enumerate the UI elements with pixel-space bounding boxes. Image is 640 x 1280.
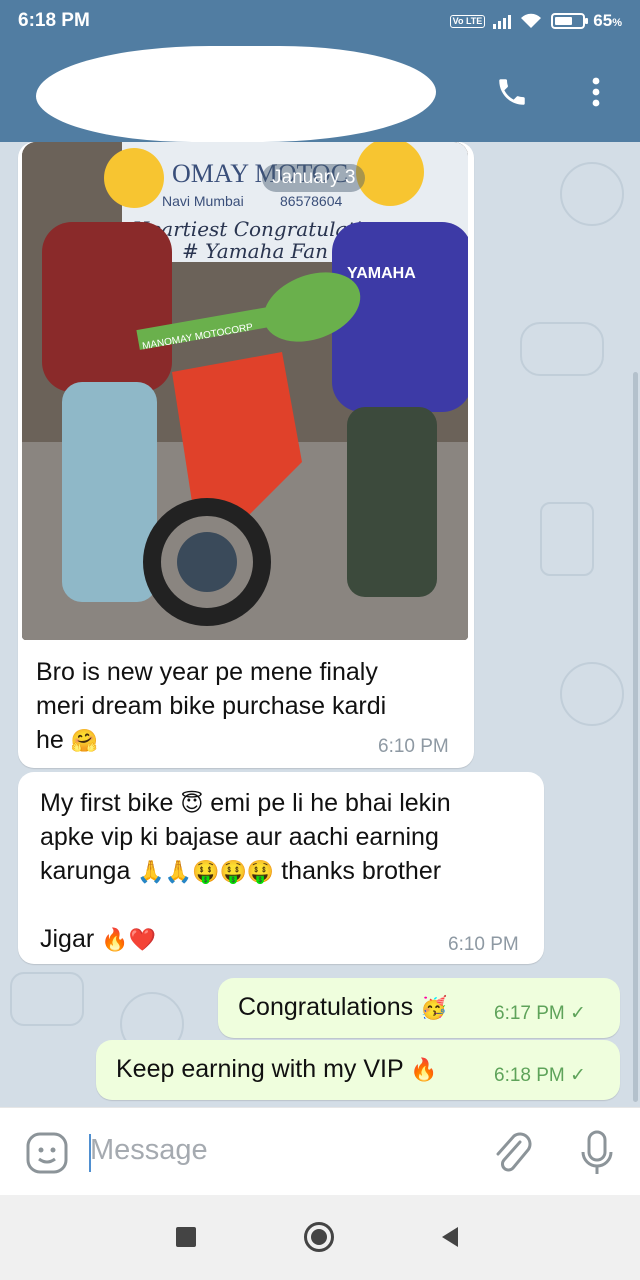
doodle [540, 502, 594, 576]
wifi-icon [521, 13, 542, 28]
redacted-contact-name [36, 46, 436, 142]
banner-city: Navi Mumbai [162, 193, 244, 209]
message-time: 6:10 PM [378, 736, 449, 757]
paperclip-icon[interactable] [490, 1130, 534, 1181]
message-bubble-outgoing[interactable]: Keep earning with my VIP 🔥 6:18 PM ✓ [96, 1040, 620, 1100]
doodle [560, 162, 624, 226]
doodle [520, 322, 604, 376]
fire-heart-emoji: 🔥❤️ [101, 927, 156, 952]
more-vertical-icon[interactable] [572, 68, 620, 116]
date-chip: January 3 [262, 164, 366, 192]
message-text: Bro is new year pe mene finaly meri drea… [36, 658, 387, 754]
battery-percent: 65% [593, 11, 622, 30]
status-bar: 6:18 PM Vo LTE 65% [0, 0, 640, 42]
emoji-row: 🙏🙏🤑🤑🤑 [137, 859, 275, 884]
chat-area[interactable]: OMAY MOTOC Navi Mumbai 86578604 Hearties… [0, 142, 640, 1107]
system-nav-bar [0, 1195, 640, 1280]
bike-delivery-image: OMAY MOTOC Navi Mumbai 86578604 Hearties… [22, 142, 468, 640]
banner-line2: # Yamaha Fan [182, 239, 328, 263]
circle-icon[interactable] [304, 1222, 334, 1252]
doodle [10, 972, 84, 1026]
message-text: Congratulations 🥳 [238, 993, 448, 1021]
battery-icon [551, 13, 589, 29]
signal-icon [493, 13, 512, 29]
chat-scrollbar[interactable] [633, 372, 638, 1102]
message-time: 6:10 PM [448, 934, 519, 955]
sent-check-icon: ✓ [570, 1065, 586, 1086]
square-icon[interactable] [176, 1227, 196, 1247]
status-icons: Vo LTE 65% [449, 11, 622, 31]
party-face-emoji: 🥳 [420, 995, 448, 1020]
message-text: Keep earning with my VIP 🔥 [116, 1055, 438, 1083]
message-bubble-outgoing[interactable]: Congratulations 🥳 6:17 PM ✓ [218, 978, 620, 1038]
message-text: My first bike 😇 emi pe li he bhai lekin … [40, 789, 451, 953]
halo-emoji: 😇 [180, 791, 204, 816]
volte-icon: Vo LTE [449, 14, 486, 28]
fire-emoji: 🔥 [410, 1057, 438, 1082]
message-time: 6:17 PM ✓ [494, 1003, 586, 1024]
doodle [560, 662, 624, 726]
triangle-back-icon[interactable] [440, 1225, 460, 1254]
face-cover-emoji [104, 148, 164, 208]
microphone-icon[interactable] [576, 1128, 618, 1183]
banner-phone: 86578604 [280, 193, 343, 209]
message-input-bar: Message [0, 1107, 640, 1196]
message-input[interactable]: Message [90, 1134, 208, 1167]
chat-header [0, 42, 640, 142]
sticker-icon[interactable] [24, 1130, 70, 1181]
message-bubble-incoming[interactable]: My first bike 😇 emi pe li he bhai lekin … [18, 772, 544, 964]
shirt-text: YAMAHA [347, 265, 416, 282]
hugging-face-emoji: 🤗 [70, 728, 99, 753]
bike-photo[interactable]: OMAY MOTOC Navi Mumbai 86578604 Hearties… [22, 142, 468, 640]
phone-icon[interactable] [488, 68, 536, 116]
sent-check-icon: ✓ [570, 1003, 586, 1024]
message-bubble-incoming[interactable]: OMAY MOTOC Navi Mumbai 86578604 Hearties… [18, 142, 474, 768]
message-time: 6:18 PM ✓ [494, 1065, 586, 1086]
status-time: 6:18 PM [18, 10, 90, 31]
